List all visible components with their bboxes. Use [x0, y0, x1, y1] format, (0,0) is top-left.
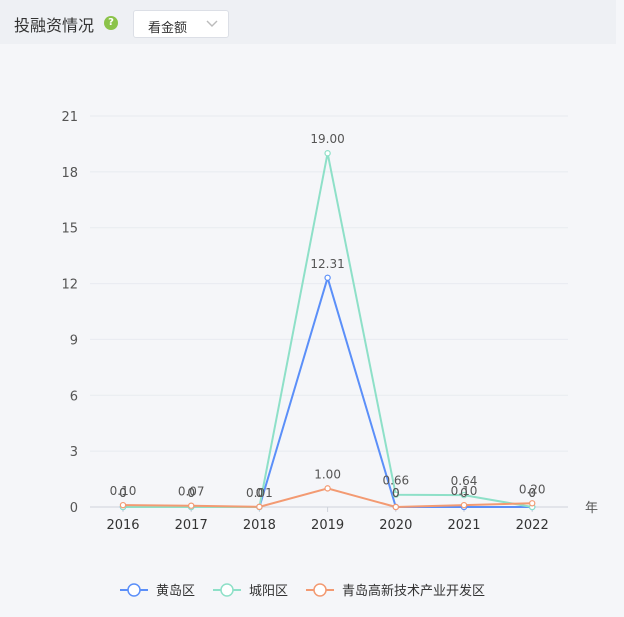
data-point[interactable]: [324, 150, 331, 157]
x-tick-label: 2019: [311, 518, 344, 533]
legend-swatch-marker[interactable]: [220, 583, 234, 597]
data-point[interactable]: [187, 502, 195, 509]
y-tick-label: 12: [61, 278, 78, 293]
y-tick-label: 18: [61, 166, 78, 181]
legend-label[interactable]: 城阳区: [249, 584, 288, 599]
chart-container: 0 3 6 9 12 15 18 21 2016 2017 2018 2019 2020 2021 2022…: [0, 44, 616, 613]
y-tick-label: 15: [61, 222, 78, 237]
question-circle-icon[interactable]: ?: [104, 16, 118, 30]
data-label: 0.01: [246, 486, 273, 500]
x-axis-unit: 年: [585, 501, 598, 516]
data-point[interactable]: [460, 501, 468, 509]
metric-select[interactable]: 看金额: [133, 10, 229, 38]
x-tick-label: 2017: [175, 518, 208, 533]
data-point[interactable]: [392, 503, 399, 511]
data-point[interactable]: [256, 503, 263, 511]
series-line: [123, 153, 533, 508]
data-point[interactable]: [119, 501, 127, 509]
page-title: 投融资情况: [14, 16, 95, 35]
x-tick-label: 2021: [447, 518, 480, 533]
y-tick-label: 0: [70, 501, 78, 516]
y-tick-label: 21: [61, 110, 78, 125]
legend-label[interactable]: 青岛高新技术产业开发区: [342, 583, 485, 599]
data-label: 19.00: [310, 132, 344, 146]
x-tick-label: 2018: [243, 518, 276, 533]
x-tick-label: 2022: [516, 518, 549, 533]
chevron-down-icon: [206, 20, 218, 27]
metric-select-value: 看金额: [148, 21, 188, 36]
legend-swatch-marker[interactable]: [313, 583, 327, 597]
data-label: 0.10: [451, 484, 478, 498]
legend-swatch-marker[interactable]: [127, 583, 141, 597]
data-label: 1.00: [314, 467, 341, 481]
data-point[interactable]: [529, 500, 536, 507]
data-point[interactable]: [324, 274, 331, 281]
data-label: 0.10: [110, 484, 137, 498]
x-tick-label: 2020: [379, 518, 412, 533]
data-point[interactable]: [324, 485, 331, 492]
header-bar: 投融资情况 ? 看金额: [0, 0, 616, 44]
data-label: 0: [392, 486, 400, 500]
legend-label[interactable]: 黄岛区: [156, 583, 195, 599]
y-tick-label: 6: [70, 389, 78, 404]
y-tick-label: 9: [70, 333, 78, 348]
data-label: 0.20: [519, 482, 546, 496]
data-label: 12.31: [310, 257, 344, 271]
line-chart: 0 3 6 9 12 15 18 21 2016 2017 2018 2019 2020 2021 2022…: [61, 110, 598, 599]
x-tick-label: 2016: [106, 518, 139, 533]
y-tick-label: 3: [70, 445, 78, 460]
data-label: 0.07: [178, 485, 205, 499]
